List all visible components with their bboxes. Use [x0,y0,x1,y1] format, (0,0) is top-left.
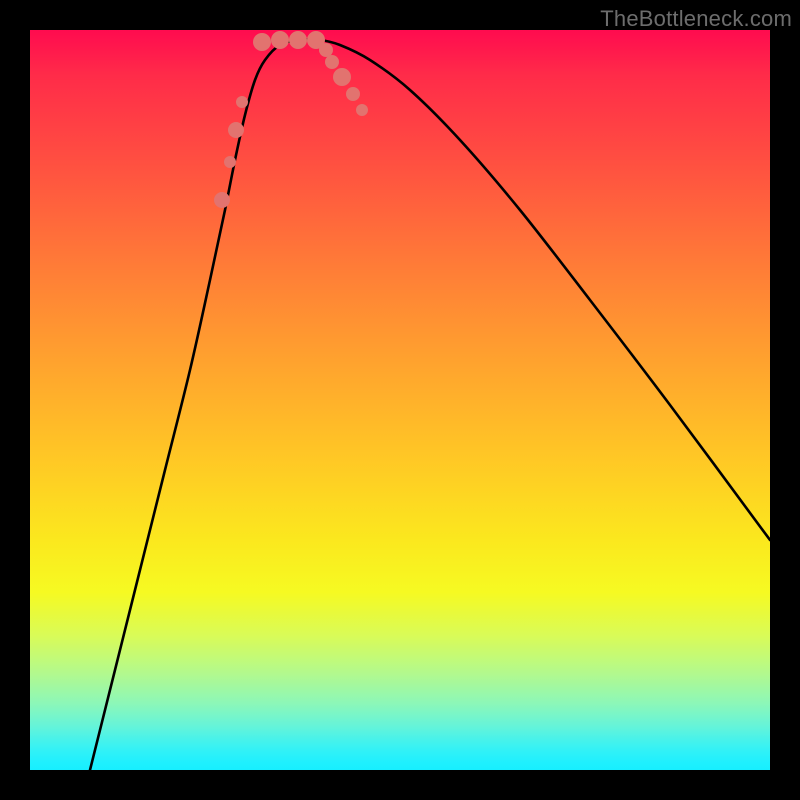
curve-dot [325,55,339,69]
curve-dot [224,156,236,168]
curve-dot [253,33,271,51]
curve-dot [236,96,248,108]
watermark-text: TheBottleneck.com [600,6,792,32]
curve-dot [271,31,289,49]
chart-frame: TheBottleneck.com [0,0,800,800]
curve-dot [228,122,244,138]
curve-dot [356,104,368,116]
curve-dot [319,43,333,57]
curve-dot [333,68,351,86]
bottleneck-curve [90,39,770,770]
curve-dot [346,87,360,101]
plot-area [30,30,770,770]
chart-svg [30,30,770,770]
curve-markers [214,31,368,208]
curve-dot [214,192,230,208]
curve-dot [289,31,307,49]
